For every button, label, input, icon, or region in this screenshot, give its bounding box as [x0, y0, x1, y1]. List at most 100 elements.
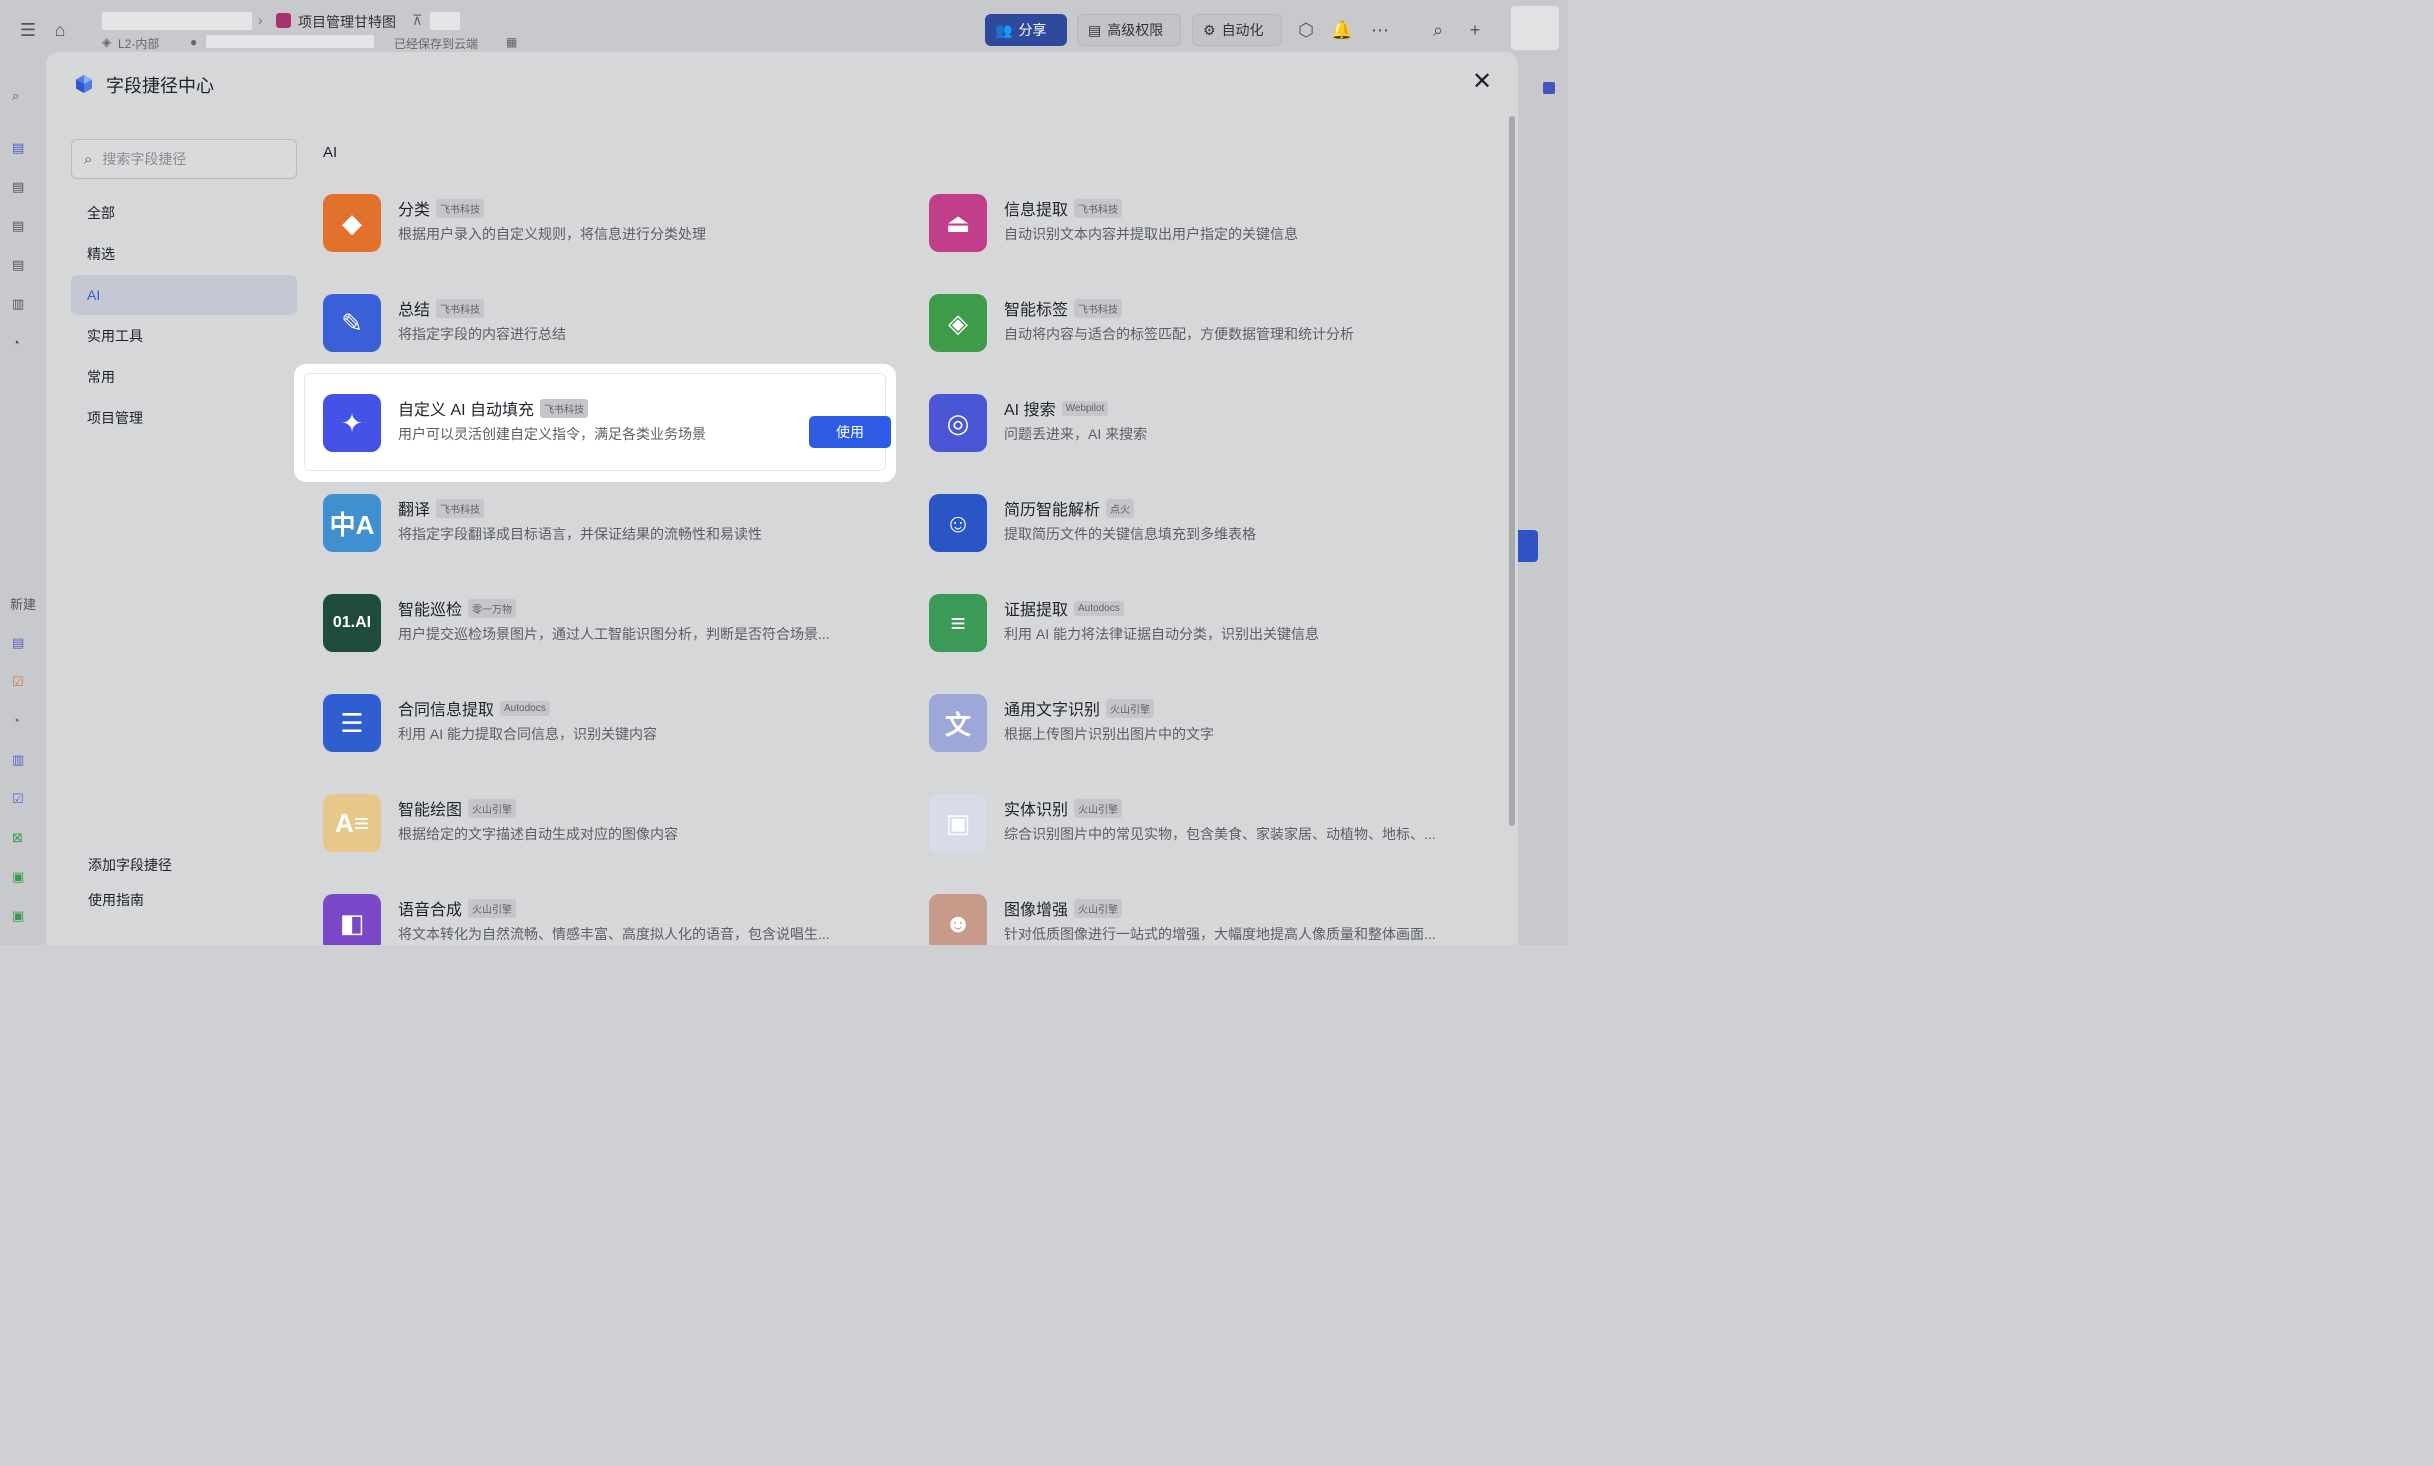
shortcut-card[interactable]: ✎ 总结 飞书科技 将指定字段的内容进行总结	[323, 282, 883, 362]
shortcut-card[interactable]: ◆ 分类 飞书科技 根据用户录入的自定义规则，将信息进行分类处理	[323, 182, 883, 262]
card-title: 智能巡检	[398, 602, 463, 619]
shortcut-card[interactable]: ▣ 实体识别 火山引擎 综合识别图片中的常见实物，包含美食、家装家居、动植物、地标、.…	[929, 782, 1489, 862]
shortcut-card[interactable]: ◈ 智能标签 飞书科技 自动将内容与适合的标签匹配，方便数据管理和统计分析	[929, 282, 1489, 362]
card-description: 将文本转化为自然流畅、情感丰富、高度拟人化的语音，包含说唱生...	[398, 926, 830, 942]
automation-button[interactable]: ⚙ 自动化	[1192, 14, 1282, 46]
card-title: 通用文字识别	[1004, 702, 1101, 719]
save-status: 已经保存到云端	[394, 37, 479, 51]
panel-toggle-icon[interactable]	[1543, 82, 1555, 94]
table-icon[interactable]: ▤	[12, 179, 28, 195]
import-icon[interactable]: ▣	[12, 869, 28, 885]
shortcut-card[interactable]: ✦ 自定义 AI 自动填充 飞书科技 用户可以灵活创建自定义指令，满足各类业务场景 使用	[323, 382, 891, 462]
image-enhance-icon: ☻	[929, 894, 987, 945]
breadcrumb-separator-icon: ›	[258, 12, 263, 28]
sidebar-toggle-icon[interactable]: ☰	[16, 18, 40, 42]
provider-tag: 飞书科技	[540, 398, 589, 418]
advanced-permission-button[interactable]: ▤ 高级权限	[1077, 14, 1181, 46]
advanced-permission-label: 高级权限	[1107, 22, 1164, 38]
shortcut-card[interactable]: A≡ 智能绘图 火山引擎 根据给定的文字描述自动生成对应的图像内容	[323, 782, 883, 862]
webpilot-icon: ◎	[929, 394, 987, 452]
shortcut-card[interactable]: 文通用文字识别 火山引擎 根据上传图片识别出图片中的文字	[929, 682, 1489, 762]
tts-icon: ◧	[323, 894, 381, 945]
section-title: AI	[323, 144, 338, 161]
card-title-row: 语音合成 火山引擎	[398, 896, 517, 920]
card-title-row: 智能标签 飞书科技	[1004, 296, 1123, 320]
shortcut-card[interactable]: 01.AI 智能巡检 零一万物 用户提交巡检场景图片，通过人工智能识图分析，判断是否符…	[323, 582, 883, 662]
card-title-row: 合同信息提取 Autodocs	[398, 696, 550, 720]
dashboard-icon[interactable]: ◔	[12, 713, 28, 729]
card-description: 针对低质图像进行一站式的增强，大幅度地提高人像质量和整体画面...	[1004, 926, 1436, 942]
import-icon[interactable]: ▣	[12, 908, 28, 924]
ocr-icon: 文	[929, 694, 987, 752]
card-title: 智能绘图	[398, 802, 463, 819]
share-label: 分享	[1018, 22, 1047, 38]
scrollbar[interactable]	[1509, 116, 1515, 826]
side-action-button[interactable]	[1518, 530, 1538, 562]
nav-project-management[interactable]: 项目管理	[71, 398, 297, 438]
card-title-row: 简历智能解析 点火	[1004, 496, 1135, 520]
shortcut-card[interactable]: ◎ AI 搜索 Webpilot 问题丢进来，AI 来搜索	[929, 382, 1489, 462]
nav-all[interactable]: 全部	[71, 193, 297, 233]
shortcut-card[interactable]: ⏏ 信息提取 飞书科技 自动识别文本内容并提取出用户指定的关键信息	[929, 182, 1489, 262]
pin-icon[interactable]: ⊼	[412, 12, 422, 29]
shortcut-card[interactable]: 中A 翻译 飞书科技 将指定字段翻译成目标语言，并保证结果的流畅性和易读性	[323, 482, 883, 562]
breadcrumb-redacted	[102, 12, 252, 30]
shortcut-card[interactable]: ☰ 合同信息提取 Autodocs 利用 AI 能力提取合同信息，识别关键内容	[323, 682, 883, 762]
table-icon[interactable]: ▤	[12, 140, 28, 156]
security-level-badge[interactable]: L2-内部	[118, 35, 159, 52]
search-input[interactable]	[100, 150, 285, 168]
bitable-icon	[276, 13, 291, 28]
new-section-label: 新建	[10, 597, 37, 612]
nav-featured[interactable]: 精选	[71, 234, 297, 274]
card-title: 实体识别	[1004, 802, 1069, 819]
permission-doc-icon: ▤	[1088, 21, 1102, 38]
card-title-row: 分类 飞书科技	[398, 196, 485, 220]
card-title: 语音合成	[398, 902, 463, 919]
search-icon[interactable]: ⌕	[1426, 18, 1450, 42]
summary-doc-icon: ✎	[323, 294, 381, 352]
home-icon[interactable]: ⌂	[48, 18, 72, 42]
tag-icon: ◈	[929, 294, 987, 352]
excel-icon[interactable]: ⊠	[12, 830, 28, 846]
dashboard-icon[interactable]: ◔	[12, 335, 28, 351]
doc-title[interactable]: 项目管理甘特图	[298, 12, 396, 32]
card-description: 根据给定的文字描述自动生成对应的图像内容	[398, 826, 678, 842]
card-description: 问题丢进来，AI 来搜索	[1004, 426, 1148, 442]
nav-common[interactable]: 常用	[71, 357, 297, 397]
search-icon[interactable]: ⌕	[12, 88, 28, 104]
bell-icon[interactable]: 🔔	[1330, 18, 1354, 42]
table-icon[interactable]: ▤	[12, 635, 28, 651]
owner-redacted	[206, 35, 374, 48]
avatar[interactable]	[1511, 6, 1559, 50]
form-icon[interactable]: ☑	[12, 674, 28, 690]
doc-icon[interactable]: ▥	[12, 296, 28, 312]
table-icon[interactable]: ▤	[12, 218, 28, 234]
provider-tag: 飞书科技	[436, 198, 485, 218]
plugin-icon[interactable]: ⬡	[1294, 18, 1318, 42]
guide-link[interactable]: 使用指南	[88, 890, 144, 910]
card-description: 利用 AI 能力提取合同信息，识别关键内容	[398, 726, 658, 742]
card-description: 自动识别文本内容并提取出用户指定的关键信息	[1004, 226, 1298, 242]
card-title: 信息提取	[1004, 202, 1069, 219]
card-title: 分类	[398, 202, 431, 219]
share-button[interactable]: 👥 分享	[985, 14, 1067, 46]
more-icon[interactable]: ⋯	[1368, 18, 1392, 42]
add-shortcut-link[interactable]: 添加字段捷径	[88, 855, 172, 875]
nav-ai[interactable]: AI	[71, 275, 297, 315]
provider-tag: Autodocs	[500, 700, 550, 716]
shortcut-card[interactable]: ◧ 语音合成 火山引擎将文本转化为自然流畅、情感丰富、高度拟人化的语音，包含说唱生.…	[323, 882, 883, 945]
shortcut-search[interactable]: ⌕	[71, 139, 297, 179]
add-icon[interactable]: +	[1463, 18, 1487, 42]
provider-tag: 火山引擎	[468, 798, 517, 818]
table-icon[interactable]: ▤	[12, 257, 28, 273]
shortcut-card[interactable]: ☺ 简历智能解析 点火 提取简历文件的关键信息填充到多维表格	[929, 482, 1489, 562]
shortcut-card[interactable]: ≡ 证据提取 Autodocs 利用 AI 能力将法律证据自动分类，识别出关键信息	[929, 582, 1489, 662]
card-title: 自定义 AI 自动填充	[398, 402, 535, 419]
shortcut-card[interactable]: ☻ 图像增强 火山引擎 针对低质图像进行一站式的增强，大幅度地提高人像质量和整体画面.…	[929, 882, 1489, 945]
upload-tray-icon: ⏏	[929, 194, 987, 252]
use-button[interactable]: 使用	[809, 416, 891, 448]
close-icon[interactable]: ✕	[1470, 70, 1494, 94]
doc-icon[interactable]: ▥	[12, 752, 28, 768]
checkbox-icon[interactable]: ☑	[12, 791, 28, 807]
nav-utilities[interactable]: 实用工具	[71, 316, 297, 356]
